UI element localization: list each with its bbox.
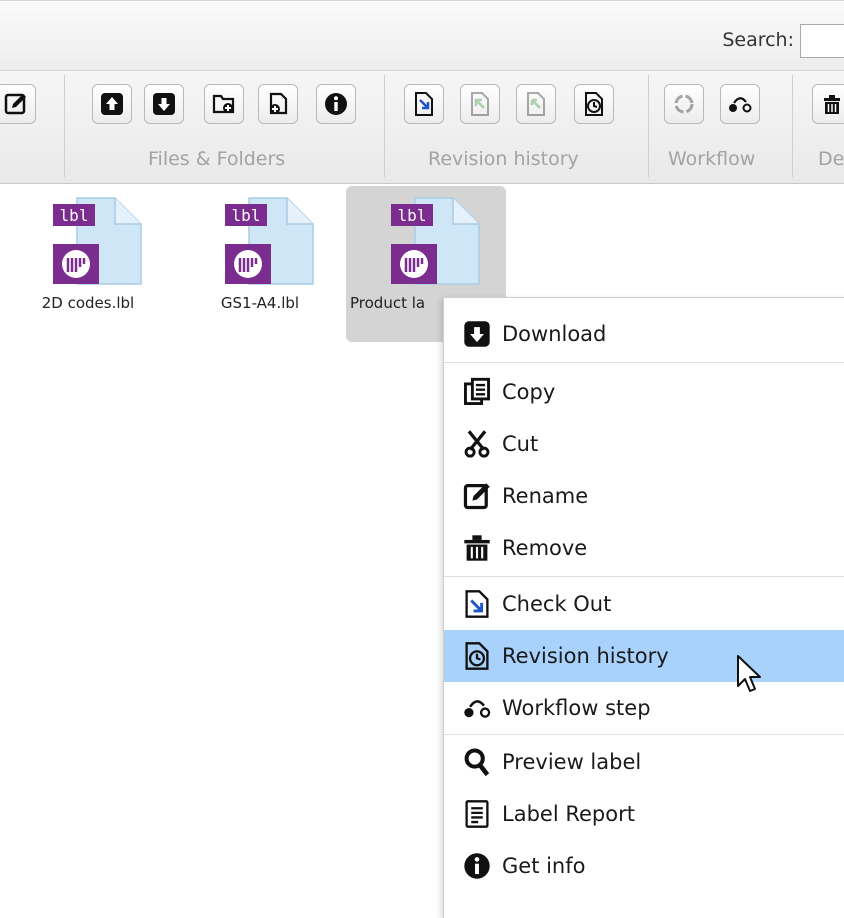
label-file-icon: lbl (53, 197, 142, 285)
svg-text:lbl: lbl (232, 206, 261, 225)
revision-history-button[interactable] (574, 84, 614, 124)
menu-item-remove[interactable]: Remove (444, 522, 844, 574)
refresh-icon (674, 94, 694, 114)
menu-item-label-report[interactable]: Label Report (444, 788, 844, 840)
cut-icon (460, 427, 494, 461)
workflow-refresh-button[interactable] (664, 84, 704, 124)
info-icon (325, 93, 347, 115)
magnifier-icon (460, 745, 494, 779)
copy-icon (460, 375, 494, 409)
menu-item-copy[interactable]: Copy (444, 366, 844, 418)
svg-text:lbl: lbl (398, 206, 427, 225)
menu-item-check-out[interactable]: Check Out (444, 578, 844, 630)
context-menu: Download Copy Cut Rename Remove Check Ou… (443, 297, 844, 918)
menu-item-preview-label[interactable]: Preview label (444, 736, 844, 788)
trash-icon (824, 95, 840, 114)
download-button[interactable] (144, 84, 184, 124)
rename-toolbar-button[interactable] (0, 84, 36, 124)
rename-icon (460, 479, 494, 513)
revision-history-icon (585, 92, 603, 116)
download-icon (460, 317, 494, 351)
file-item[interactable]: lbl 2D codes.lbl (8, 186, 168, 342)
new-file-icon (269, 92, 288, 115)
new-folder-icon (212, 94, 235, 114)
menu-item-label: Label Report (502, 802, 635, 826)
workflow-step-button[interactable] (720, 84, 760, 124)
check-in-icon (471, 92, 489, 116)
menu-item-label: Get info (502, 854, 586, 878)
download-icon (153, 93, 175, 115)
upload-button[interactable] (92, 84, 132, 124)
label-file-icon: lbl (391, 197, 480, 285)
delete-button[interactable] (812, 84, 844, 124)
workflow-icon (460, 691, 494, 725)
menu-item-label: Revision history (502, 644, 669, 668)
group-label-revision-history: Revision history (428, 148, 579, 170)
menu-item-cut[interactable]: Cut (444, 418, 844, 470)
ribbon-separator (648, 75, 649, 177)
label-file-icon: lbl (225, 197, 314, 285)
group-label-workflow: Workflow (668, 148, 756, 170)
menu-separator (444, 362, 844, 363)
file-item[interactable]: lbl GS1-A4.lbl (180, 186, 340, 342)
menu-item-label: Download (502, 322, 607, 346)
ribbon-separator (64, 75, 65, 177)
menu-item-rename[interactable]: Rename (444, 470, 844, 522)
new-file-button[interactable] (258, 84, 298, 124)
undo-check-out-icon (527, 92, 545, 116)
check-out-button[interactable] (404, 84, 444, 124)
menu-item-label: Rename (502, 484, 589, 508)
menu-item-get-info[interactable]: Get info (444, 840, 844, 892)
menu-item-label: Workflow step (502, 696, 651, 720)
rename-icon (4, 93, 26, 115)
menu-item-download[interactable]: Download (444, 308, 844, 360)
menu-separator (444, 576, 844, 577)
check-out-icon (460, 587, 494, 621)
svg-text:lbl: lbl (60, 206, 89, 225)
search-label: Search: (722, 29, 794, 51)
file-name: 2D codes.lbl (41, 294, 135, 312)
group-label-files-folders: Files & Folders (148, 148, 286, 170)
info-icon (460, 849, 494, 883)
menu-item-revision-history[interactable]: Revision history (444, 630, 844, 682)
undo-check-out-button[interactable] (516, 84, 556, 124)
new-folder-button[interactable] (204, 84, 244, 124)
trash-icon (460, 531, 494, 565)
top-bar: Search: (0, 0, 844, 71)
check-out-icon (415, 92, 433, 116)
menu-item-label: Remove (502, 536, 588, 560)
menu-item-workflow-step[interactable]: Workflow step (444, 682, 844, 734)
ribbon-separator (384, 75, 385, 177)
mouse-cursor-icon (737, 655, 761, 692)
menu-separator (444, 734, 844, 735)
menu-item-label: Preview label (502, 750, 642, 774)
workflow-icon (729, 97, 752, 113)
info-button[interactable] (316, 84, 356, 124)
group-label-delete: De (818, 148, 844, 170)
report-icon (460, 797, 494, 831)
toolbar-ribbon: Files & Folders Revision history Workflo… (0, 70, 844, 184)
menu-item-label: Copy (502, 380, 556, 404)
revision-history-icon (460, 639, 494, 673)
file-name: GS1-A4.lbl (220, 294, 300, 312)
search-input[interactable] (800, 24, 844, 58)
menu-item-label: Cut (502, 432, 539, 456)
menu-item-label: Check Out (502, 592, 612, 616)
ribbon-separator (792, 75, 793, 177)
upload-icon (101, 93, 123, 115)
check-in-button[interactable] (460, 84, 500, 124)
